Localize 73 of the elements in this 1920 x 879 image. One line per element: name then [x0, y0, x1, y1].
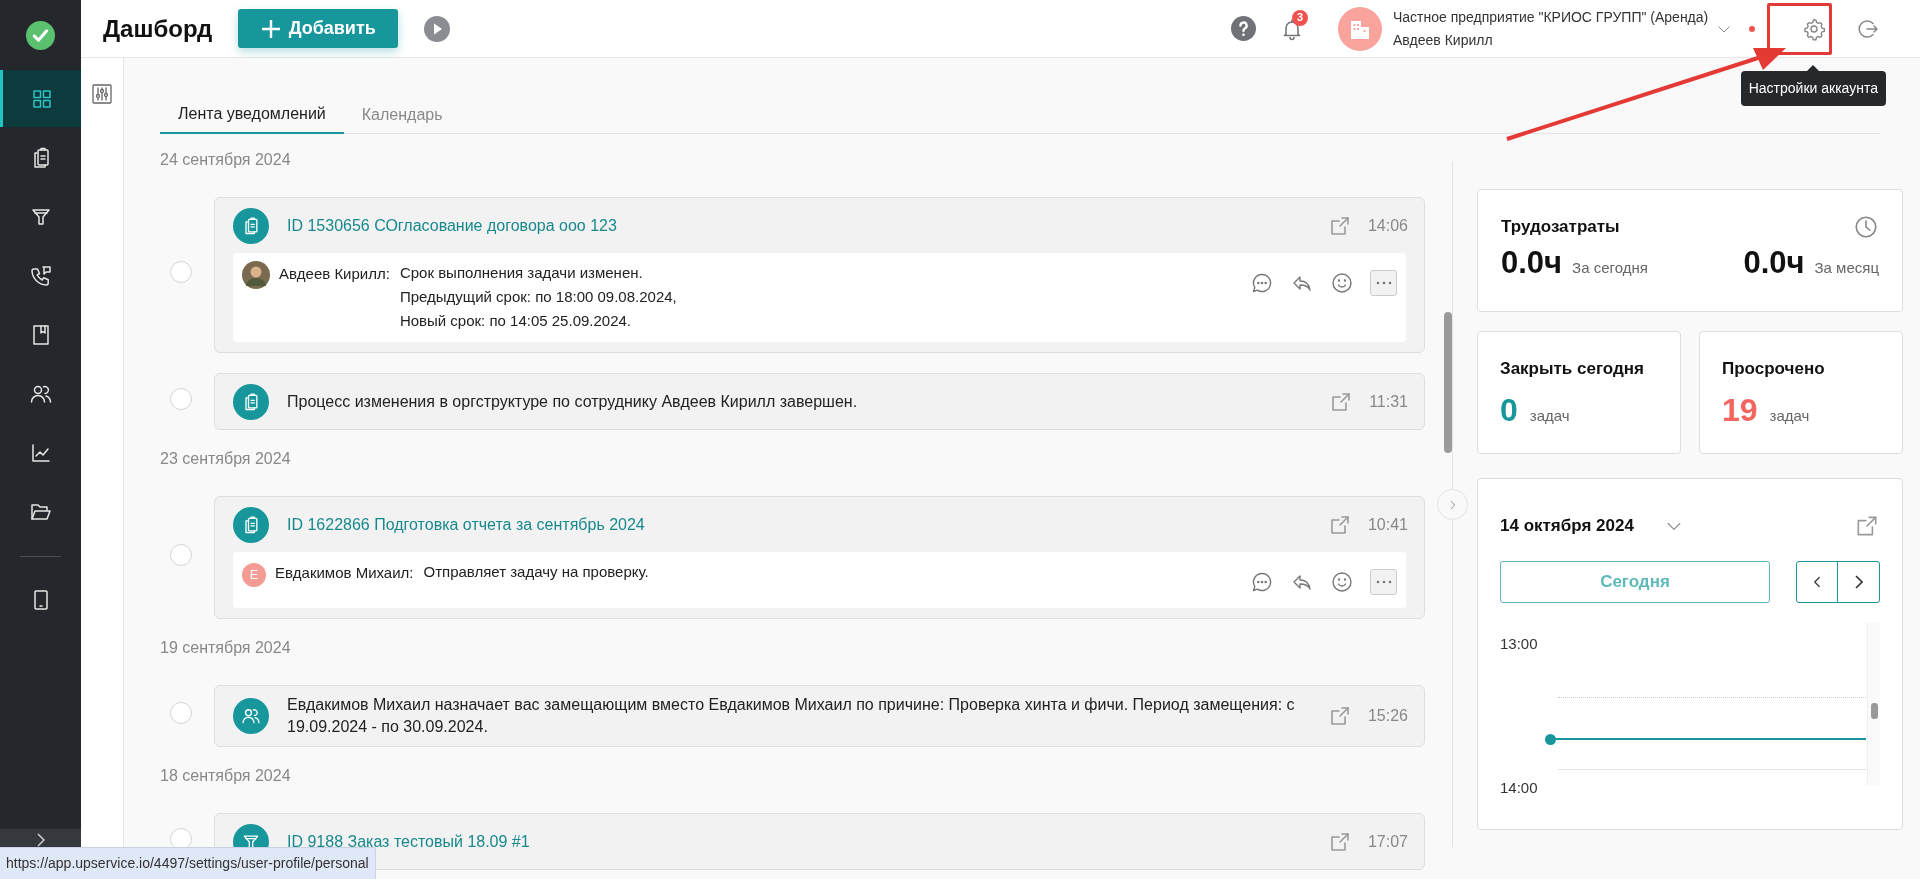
task-count: 19 [1722, 390, 1758, 430]
time-label: 17:07 [1367, 831, 1408, 852]
task-link[interactable]: ID 1530656 СОгласование договора ооо 123 [287, 214, 1308, 237]
period-label: За сегодня [1572, 258, 1648, 278]
today-button[interactable]: Сегодня [1500, 561, 1770, 603]
select-radio[interactable] [170, 702, 192, 724]
select-radio[interactable] [170, 387, 192, 410]
chevron-icon [36, 833, 45, 847]
card-title: Закрыть сегодня [1500, 358, 1645, 380]
task-count: 0 [1500, 390, 1518, 430]
comment-line: Срок выполнения задачи изменен. [399, 263, 644, 283]
phone-icon [28, 263, 53, 288]
time-label: 11:31 [1369, 391, 1408, 412]
hour-label: 13:00 [1500, 634, 1538, 654]
nav-item[interactable] [0, 70, 81, 127]
task-link[interactable]: ID 1622866 Подготовка отчета за сентябрь 2024 [287, 513, 1308, 536]
tab[interactable]: Лента уведомлений [160, 96, 344, 134]
user-name: Авдеев Кирилл [1393, 30, 1494, 50]
more-icon [1375, 580, 1392, 584]
expand-button[interactable] [0, 829, 81, 847]
avatar-initial: Е [242, 563, 266, 587]
settings-tooltip: Настройки аккаунта [1740, 70, 1886, 106]
task-link[interactable]: ID 9188 Заказ тестовый 18.09 #1 [287, 830, 1308, 853]
clock-icon [1853, 214, 1879, 240]
time-label: 15:26 [1367, 706, 1408, 726]
page-title: Дашборд [103, 13, 213, 44]
filter-settings-icon[interactable] [90, 82, 114, 106]
period-label: За месяц [1814, 258, 1879, 278]
collapse-handle[interactable] [1437, 489, 1468, 520]
status-url: https://app.upservice.io/4497/settings/user-profile/personal [6, 854, 369, 873]
comment-line: Новый срок: по 14:05 25.09.2024. [399, 311, 633, 331]
chevron-right-icon [1854, 575, 1863, 589]
comment-icon[interactable] [1250, 271, 1274, 295]
company-name: Частное предприятие "КРИОС ГРУПП" (Аренда) [1393, 7, 1710, 27]
emoji-icon[interactable] [1330, 271, 1354, 295]
author-name: Авдеев Кирилл: [279, 264, 390, 284]
card-title: Просрочено [1722, 358, 1826, 380]
hours-value: 0.0ч [1501, 244, 1563, 282]
count-unit: задач [1529, 405, 1570, 426]
date-label: 23 сентября 2024 [160, 449, 292, 469]
comment-icon[interactable] [1250, 570, 1274, 594]
hours-value: 0.0ч [1743, 244, 1805, 282]
help-icon[interactable] [1231, 16, 1256, 41]
select-radio[interactable] [170, 827, 192, 850]
count-unit: задач [1769, 405, 1810, 426]
avatar [242, 261, 270, 289]
settings-icon[interactable] [1801, 16, 1826, 41]
emoji-icon[interactable] [1330, 570, 1354, 594]
select-radio[interactable] [170, 543, 192, 566]
calendar-date: 14 октября 2024 [1500, 515, 1634, 538]
notification-text: Процесс изменения в оргструктуре по сотруднику Авдеев Кирилл завершен. [287, 391, 859, 412]
hour-label: 14:00 [1500, 778, 1538, 798]
plus-icon [260, 18, 281, 39]
play-icon[interactable] [424, 15, 451, 42]
date-label: 24 сентября 2024 [160, 150, 292, 170]
time-label: 10:41 [1367, 514, 1408, 535]
add-button[interactable]: Добавить [238, 9, 399, 48]
card-title: Трудозатраты [1501, 216, 1620, 239]
date-label: 18 сентября 2024 [160, 766, 292, 786]
comment-line: Предыдущий срок: по 18:00 09.08.2024, [399, 287, 678, 307]
more-icon [1375, 281, 1392, 285]
comment-line: Отправляет задачу на проверку. [423, 562, 650, 582]
notification-text: Евдакимов Михаил назначает вас замещающим вместо Евдакимов Михаил по причине: Проверка хинта и фичи. Период замещения: с 19.09.2024 - по 30.09.2024. [287, 695, 1296, 737]
people-icon [241, 706, 261, 726]
author-name: Евдакимов Михаил: [275, 563, 414, 583]
notification-badge: 3 [1292, 9, 1308, 26]
tab[interactable]: Календарь [343, 96, 461, 134]
scrollbar-thumb[interactable] [1871, 703, 1878, 719]
date-label: 19 сентября 2024 [160, 638, 292, 658]
time-label: 14:06 [1367, 215, 1408, 236]
select-radio[interactable] [170, 261, 192, 283]
scrollbar-thumb[interactable] [1444, 312, 1452, 453]
logo-icon[interactable] [26, 20, 55, 50]
